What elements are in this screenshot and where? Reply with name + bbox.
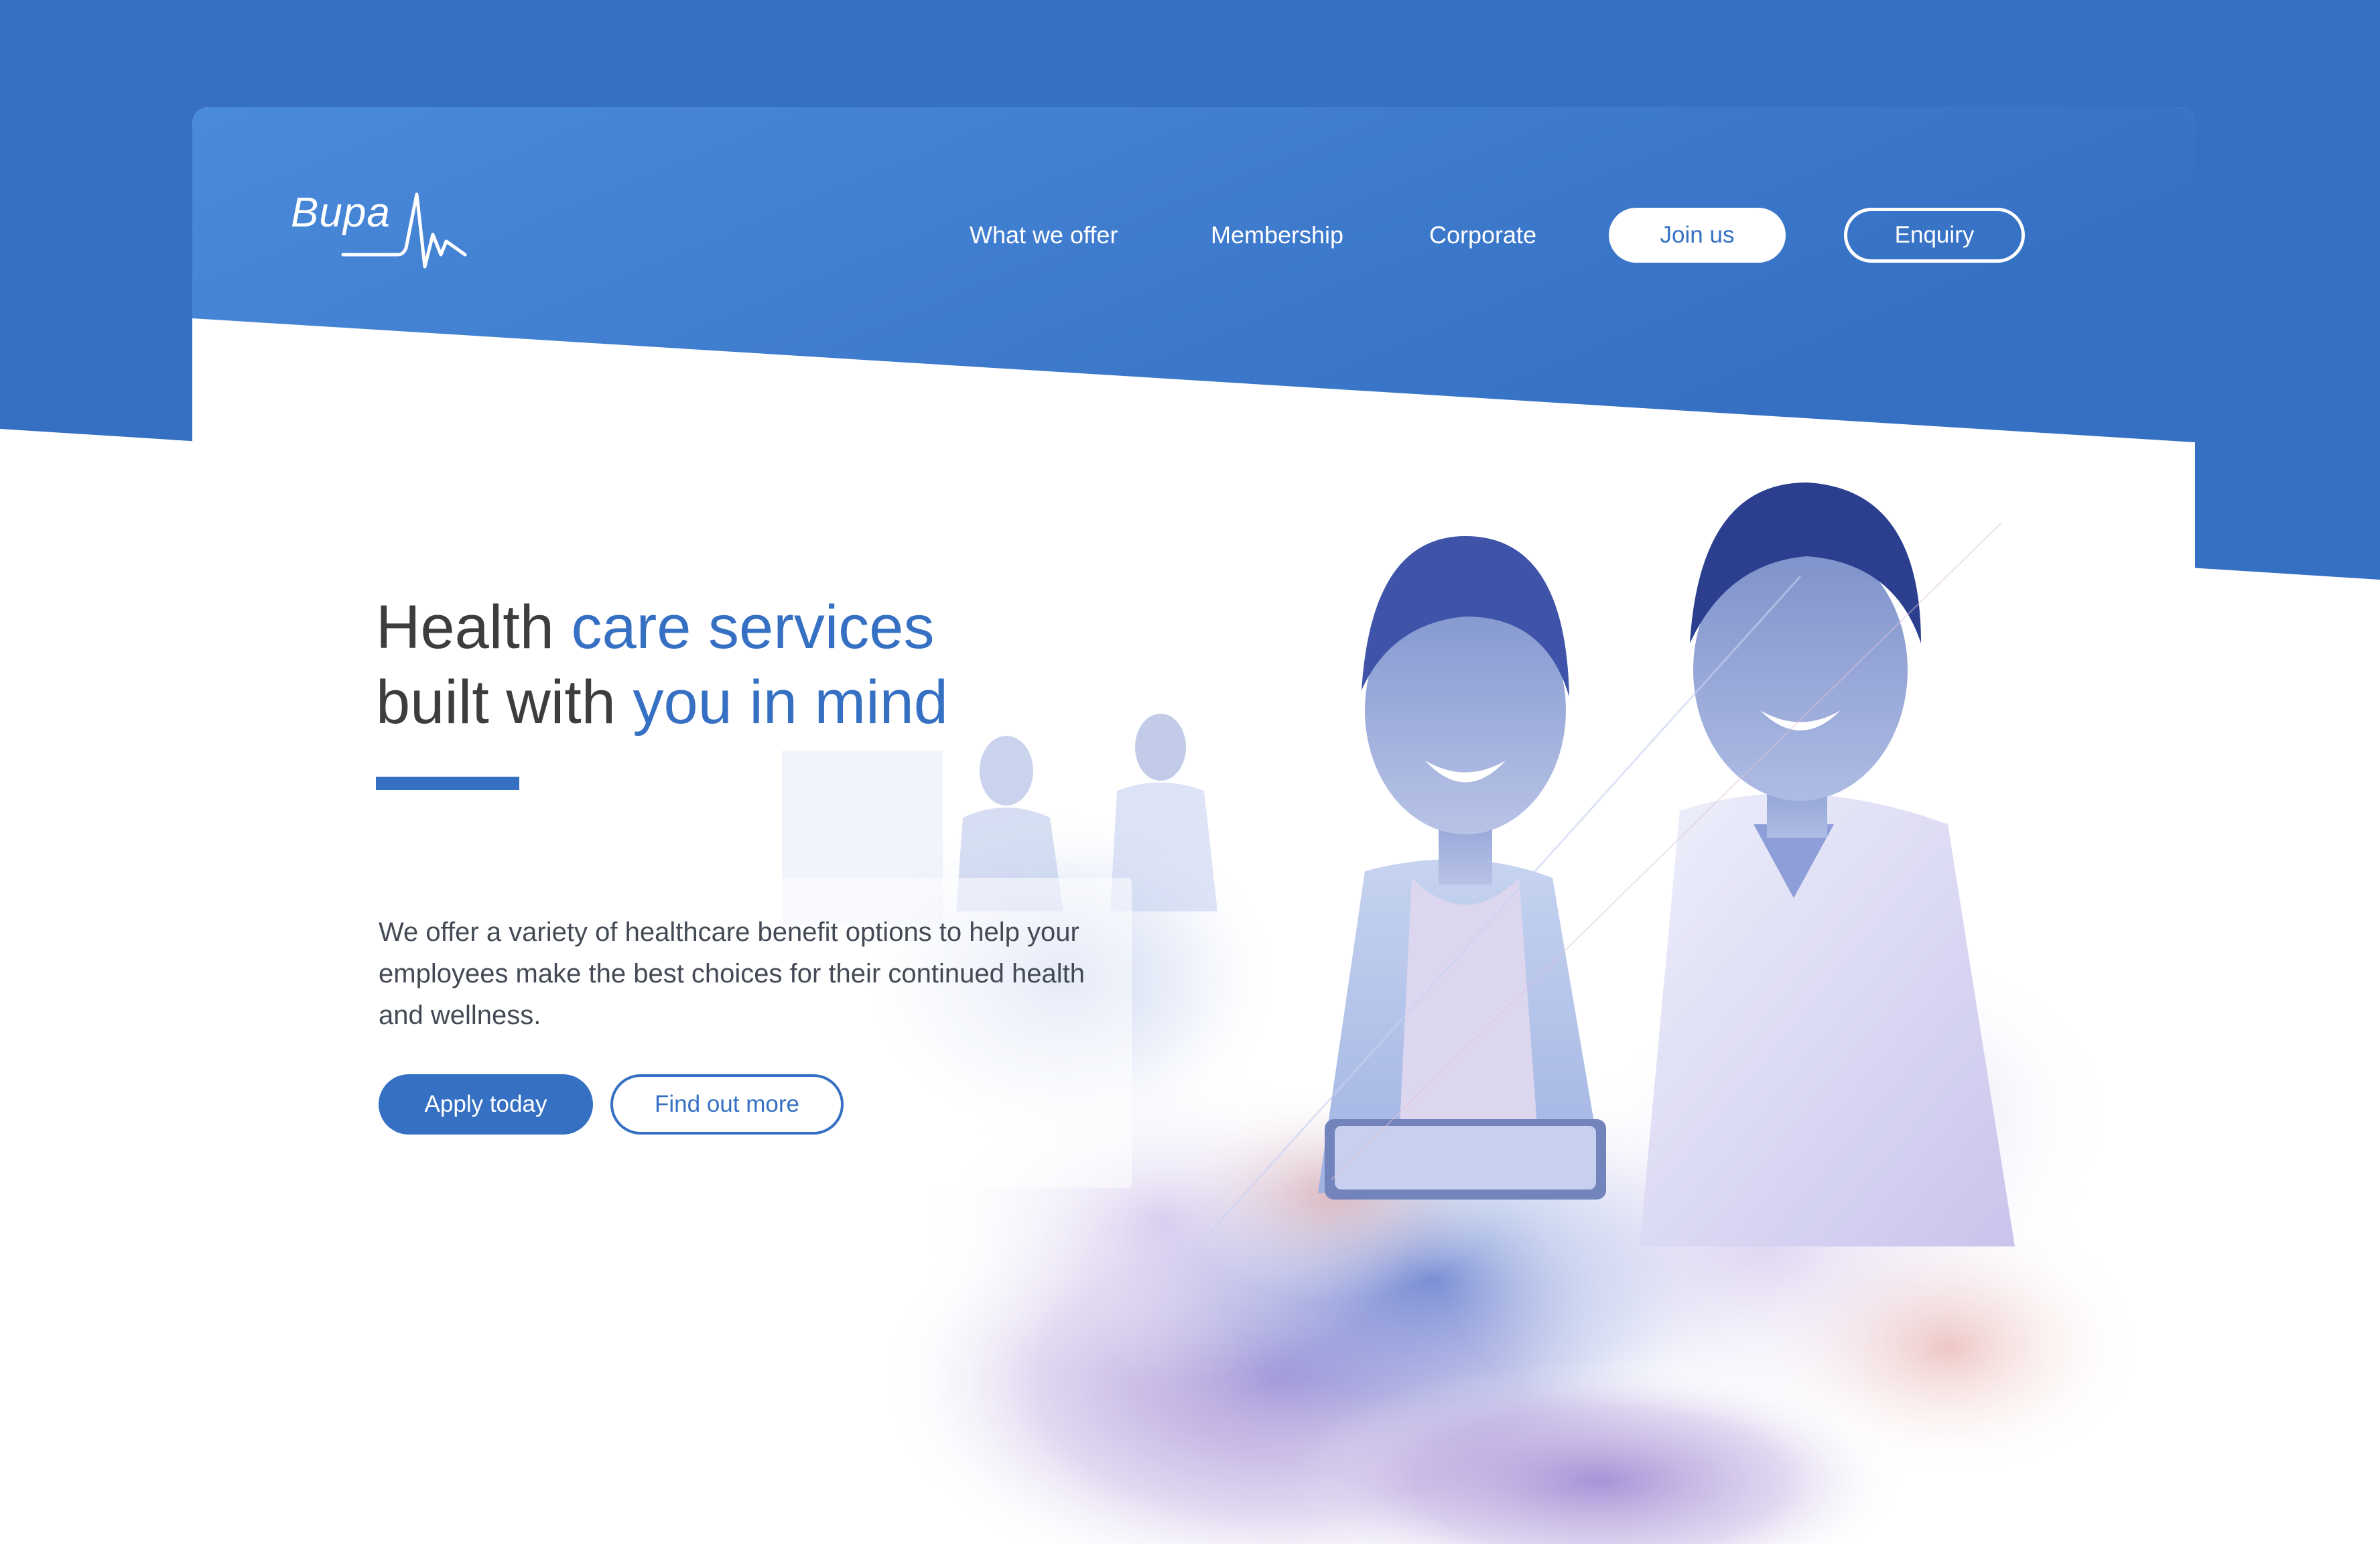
hero-title-line1-accent: care services — [571, 593, 935, 661]
main-nav: What we offer Membership Corporate Join … — [192, 208, 2195, 268]
title-underline — [376, 777, 519, 790]
find-out-more-button[interactable]: Find out more — [610, 1074, 844, 1135]
hero-title-line2-accent: you in mind — [633, 668, 948, 736]
man-figure — [1640, 482, 2015, 1246]
nav-what-we-offer[interactable]: What we offer — [970, 221, 1118, 249]
enquiry-button[interactable]: Enquiry — [1844, 208, 2025, 263]
page: Bupa What we offer Membership Corporate … — [0, 0, 2380, 1544]
nav-corporate[interactable]: Corporate — [1429, 221, 1536, 249]
nav-membership[interactable]: Membership — [1211, 221, 1343, 249]
woman-figure — [1318, 536, 1606, 1200]
join-us-button[interactable]: Join us — [1609, 208, 1786, 263]
hero-illustration — [782, 482, 2149, 1544]
hero-title-line1-dark: Health — [376, 593, 572, 661]
apply-today-button[interactable]: Apply today — [379, 1074, 593, 1135]
hero-description: We offer a variety of healthcare benefit… — [379, 917, 1085, 1030]
hero-title-line2-dark: built with — [376, 668, 633, 736]
hero-card: Bupa What we offer Membership Corporate … — [192, 107, 2195, 1544]
hero-title: Health care services built with you in m… — [376, 590, 1113, 740]
